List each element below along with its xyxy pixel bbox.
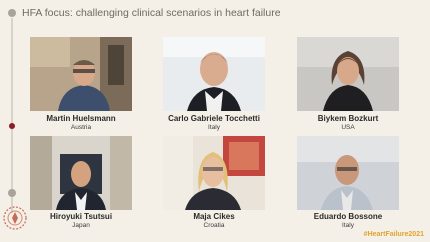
- video-tile[interactable]: [297, 136, 399, 210]
- timeline-dot-bottom: [8, 189, 16, 197]
- session-title: HFA focus: challenging clinical scenario…: [22, 7, 281, 19]
- participant-country: USA: [341, 124, 355, 131]
- participant-name: Maja Cikes: [193, 212, 235, 221]
- participant-country: Italy: [208, 124, 220, 131]
- participant-country: Japan: [72, 222, 90, 229]
- video-tile[interactable]: [30, 136, 132, 210]
- participant-name: Hiroyuki Tsutsui: [49, 212, 113, 221]
- video-tile[interactable]: [30, 37, 132, 111]
- participant-name: Martin Huelsmann: [46, 114, 116, 123]
- participant-country: Croatia: [203, 222, 225, 229]
- participant-country: Austria: [70, 124, 92, 131]
- video-tile[interactable]: [297, 37, 399, 111]
- video-tile[interactable]: [163, 136, 265, 210]
- participant-name: Eduardo Bossone: [313, 212, 383, 221]
- event-hashtag: #HeartFailure2021: [363, 231, 424, 238]
- timeline-dot-active: [9, 123, 15, 129]
- video-tile[interactable]: [163, 37, 265, 111]
- timeline-line: [11, 18, 13, 213]
- participant-country: Italy: [342, 222, 354, 229]
- participant-name: Carlo Gabriele Tocchetti: [168, 114, 260, 123]
- timeline-dot-top: [8, 9, 16, 17]
- participant-name: Biykem Bozkurt: [317, 114, 379, 123]
